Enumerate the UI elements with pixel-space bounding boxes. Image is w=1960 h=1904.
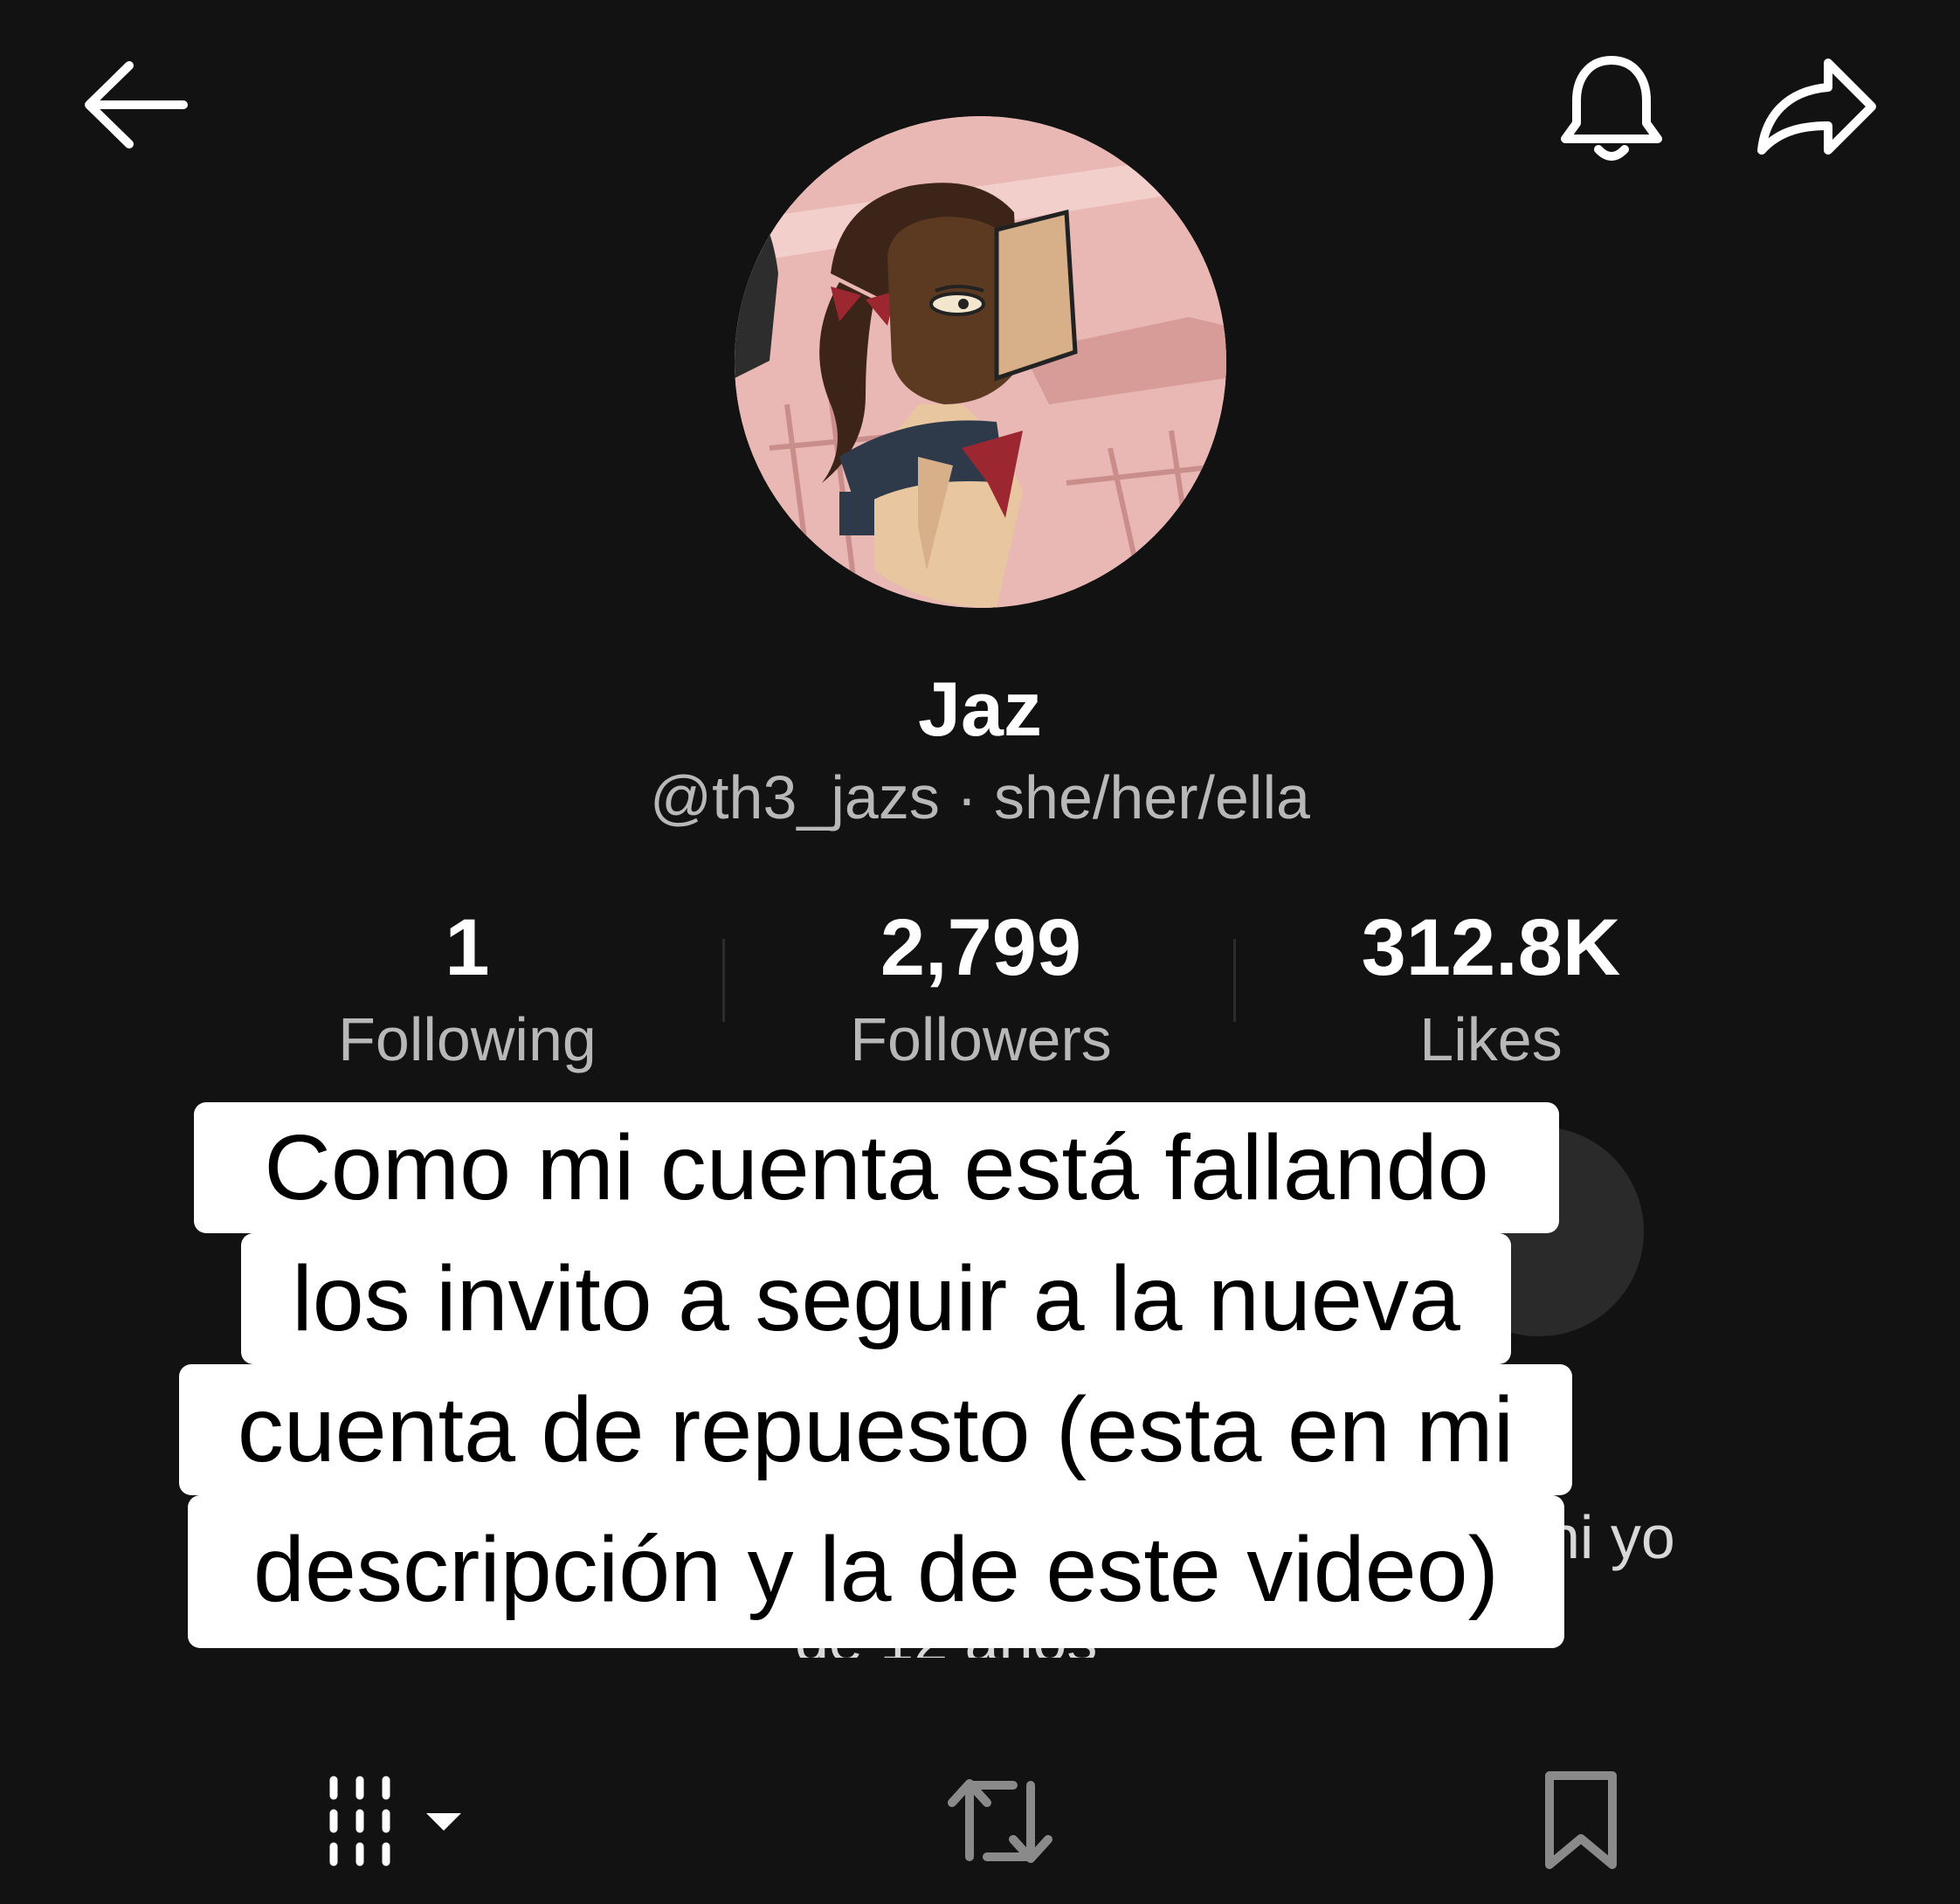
share-arrow-icon	[1757, 59, 1876, 155]
stat-divider	[1233, 939, 1236, 1022]
grid-icon	[329, 1776, 461, 1866]
bookmark-icon	[1545, 1771, 1617, 1869]
tab-favorites[interactable]	[1529, 1760, 1633, 1882]
notifications-button[interactable]	[1546, 44, 1677, 175]
caption-line: descripción y la de este video)	[188, 1495, 1564, 1648]
chevron-down-icon	[426, 1813, 461, 1831]
profile-display-name: Jaz	[918, 666, 1042, 752]
share-button[interactable]	[1747, 44, 1887, 175]
repost-icon	[948, 1779, 1052, 1863]
caption-line: Como mi cuenta está fallando	[194, 1102, 1559, 1233]
tab-reposts[interactable]	[913, 1760, 1087, 1882]
stat-divider	[722, 939, 725, 1022]
profile-handle-pronouns: @th3_jazs · she/her/ella	[650, 763, 1310, 831]
caption-line: cuenta de repuesto (esta en mi	[179, 1364, 1572, 1495]
bio-text-tail: ni yo	[1546, 1503, 1675, 1571]
profile-avatar[interactable]	[735, 116, 1226, 608]
stat-value: 312.8K	[1361, 903, 1621, 992]
tab-videos-grid[interactable]	[314, 1760, 480, 1882]
stat-label: Followers	[850, 1005, 1112, 1073]
stat-label: Following	[338, 1005, 597, 1073]
cartoon-avatar-image	[735, 116, 1226, 608]
stat-following[interactable]: 1 Following	[223, 900, 712, 1083]
back-button[interactable]	[70, 48, 201, 162]
stat-value: 1	[445, 903, 490, 992]
stat-likes[interactable]: 312.8K Likes	[1246, 900, 1736, 1083]
arrow-left-icon	[85, 61, 188, 148]
bell-icon	[1561, 56, 1662, 161]
stat-followers[interactable]: 2,799 Followers	[736, 900, 1225, 1083]
caption-line: los invito a seguir a la nueva	[241, 1233, 1511, 1364]
stat-label: Likes	[1419, 1005, 1563, 1073]
stat-value: 2,799	[880, 903, 1082, 992]
